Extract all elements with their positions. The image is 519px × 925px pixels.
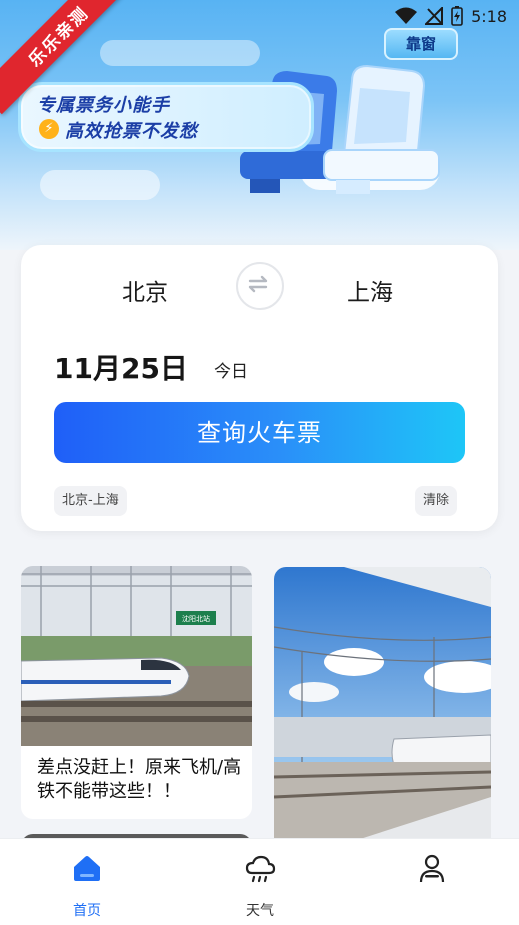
station-sign: 沈阳北站: [182, 614, 210, 623]
banner-headline: 专属票务小能手: [37, 95, 170, 116]
departure-city[interactable]: 北京: [122, 273, 168, 307]
weather-cloud-icon: [245, 855, 276, 883]
date-hint: 今日: [214, 362, 248, 382]
promo-banner[interactable]: 靠窗 专属票务小能手 ⚡ 高效抢票不发愁 乐乐亲测: [0, 0, 519, 250]
wifi-icon: [395, 7, 418, 24]
profile-icon: [419, 854, 445, 883]
banner-subline: 高效抢票不发愁: [65, 121, 198, 142]
arrival-city[interactable]: 上海: [347, 273, 393, 307]
home-icon: [74, 856, 100, 881]
promo-bubble: 专属票务小能手 ⚡ 高效抢票不发愁: [18, 82, 314, 152]
swap-arrows-icon: [248, 275, 268, 293]
battery-charging-icon: [451, 6, 463, 26]
status-time: 5:18: [471, 6, 507, 26]
no-signal-icon: [425, 7, 444, 25]
article-card[interactable]: [274, 567, 491, 857]
bottom-nav: 首页 天气: [0, 838, 519, 925]
lightning-icon: ⚡: [39, 119, 59, 139]
travel-date[interactable]: 11月25日: [54, 347, 188, 387]
platform-photo: [274, 567, 491, 857]
train-photo: 沈阳北站: [21, 566, 252, 746]
tab-home-label: 首页: [73, 903, 101, 919]
search-history-chip[interactable]: 北京-上海: [54, 486, 127, 516]
clear-history-button[interactable]: 清除: [415, 486, 458, 516]
article-title: 差点没赶上！原来飞机/高铁不能带这些！！: [37, 757, 242, 802]
tab-weather[interactable]: 天气: [200, 839, 320, 925]
query-tickets-button[interactable]: 查询火车票: [54, 402, 465, 463]
tab-home[interactable]: 首页: [27, 839, 147, 925]
article-card[interactable]: 沈阳北站 差点没赶上！原来飞机/高铁不能带这些！！: [21, 566, 252, 819]
swap-cities-button[interactable]: [236, 262, 284, 310]
tab-profile[interactable]: [372, 839, 492, 925]
cloud-decoration: [40, 170, 160, 200]
tab-weather-label: 天气: [246, 903, 274, 919]
status-bar: 5:18: [0, 0, 519, 34]
